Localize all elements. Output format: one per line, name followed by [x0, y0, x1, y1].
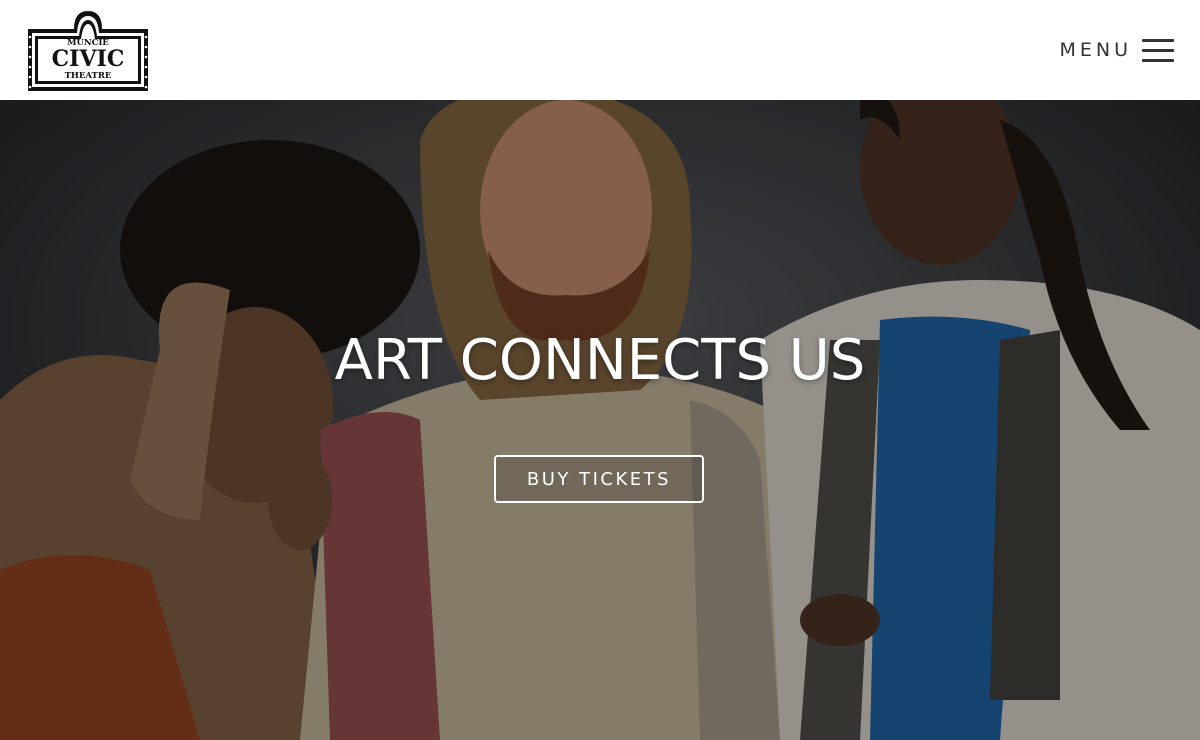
menu-button[interactable]: MENU: [1059, 34, 1174, 66]
buy-tickets-button[interactable]: BUY TICKETS: [494, 455, 704, 503]
menu-label: MENU: [1059, 39, 1132, 61]
muncie-civic-theatre-logo[interactable]: MUNCIE CIVIC THEATRE: [26, 7, 150, 93]
logo-line3: THEATRE: [65, 71, 112, 81]
hero-banner: ART CONNECTS US BUY TICKETS: [0, 100, 1200, 740]
hero-headline: ART CONNECTS US: [334, 328, 866, 393]
hamburger-menu-icon: [1142, 37, 1174, 63]
site-header: MUNCIE CIVIC THEATRE MENU: [0, 0, 1200, 100]
logo-line2: CIVIC: [52, 46, 125, 72]
hero-dim-overlay: [0, 100, 1200, 740]
